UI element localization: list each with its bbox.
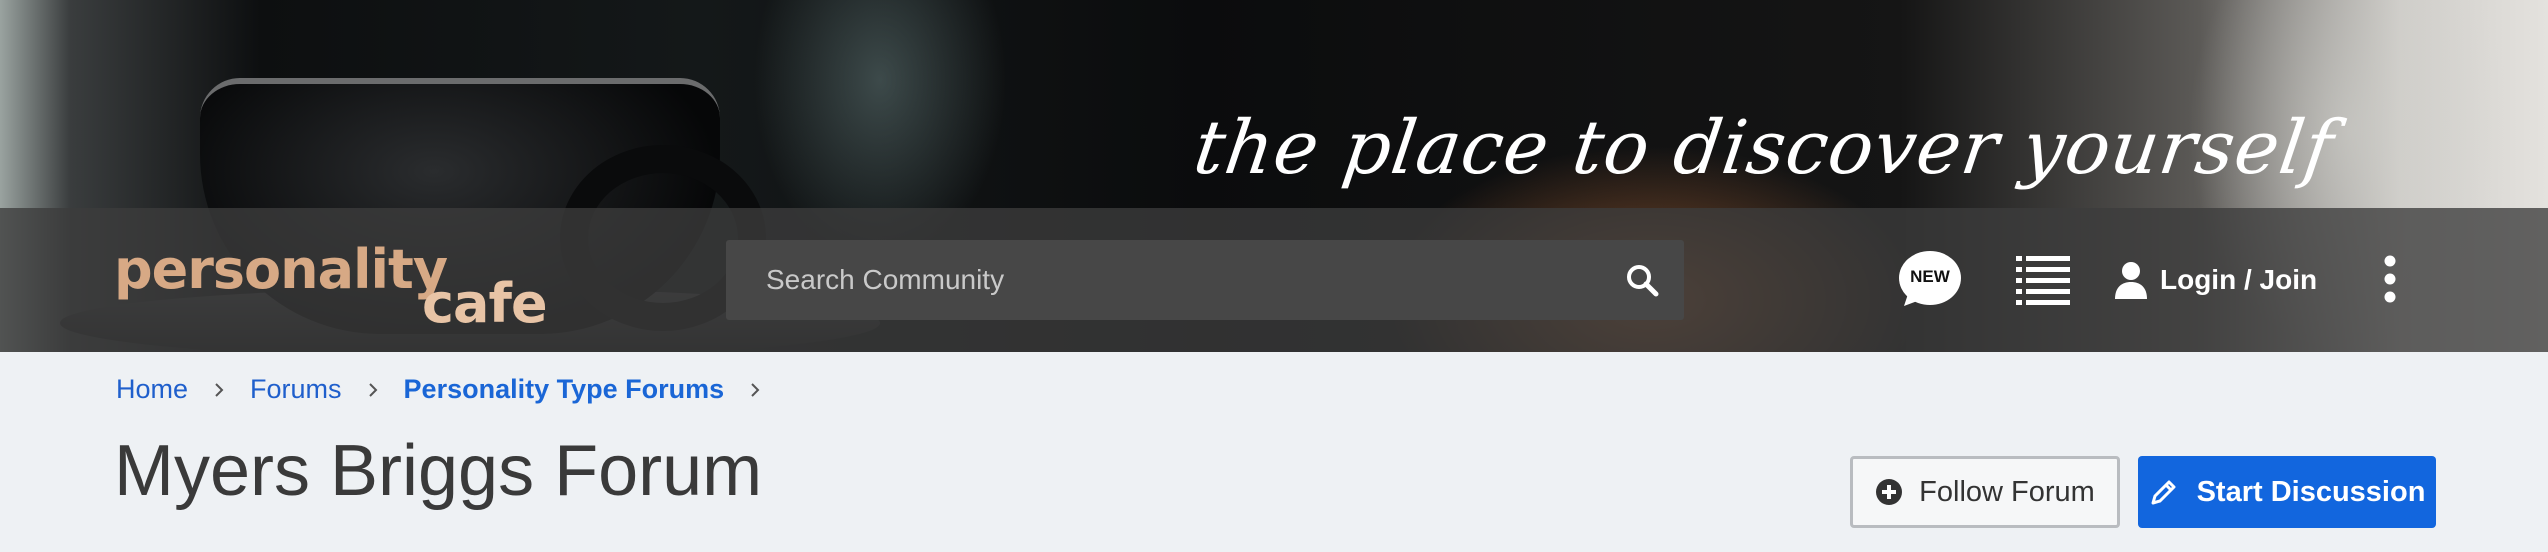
login-label: Login / Join bbox=[2160, 264, 2318, 295]
logo-text-secondary: cafe bbox=[422, 272, 548, 335]
breadcrumb: Home Forums Personality Type Forums bbox=[116, 374, 786, 405]
chevron-right-icon bbox=[751, 382, 760, 397]
pencil-icon bbox=[2151, 480, 2176, 505]
search-bar bbox=[726, 240, 1684, 320]
follow-forum-button[interactable]: Follow Forum bbox=[1850, 456, 2120, 528]
new-badge-label: NEW bbox=[1910, 267, 1950, 286]
breadcrumb-home[interactable]: Home bbox=[116, 374, 188, 405]
search-icon[interactable] bbox=[1624, 262, 1660, 298]
start-discussion-label: Start Discussion bbox=[2196, 475, 2426, 508]
chevron-right-icon bbox=[215, 382, 224, 397]
site-logo[interactable]: personality cafe bbox=[114, 238, 554, 338]
new-posts-button[interactable]: NEW bbox=[1898, 250, 1962, 308]
login-join-button[interactable]: Login / Join bbox=[2114, 258, 2317, 302]
breadcrumb-forums[interactable]: Forums bbox=[250, 374, 342, 405]
kebab-menu-icon[interactable] bbox=[2378, 254, 2402, 304]
tagline: the place to discover yourself bbox=[1188, 105, 2340, 191]
user-icon bbox=[2115, 262, 2147, 299]
chevron-right-icon bbox=[368, 382, 377, 397]
breadcrumb-personality-type-forums[interactable]: Personality Type Forums bbox=[404, 374, 725, 405]
plus-circle-icon bbox=[1876, 479, 1903, 505]
list-icon[interactable] bbox=[2016, 255, 2070, 305]
logo-text-primary: personality bbox=[114, 238, 448, 301]
search-input[interactable] bbox=[726, 240, 1586, 320]
follow-forum-label: Follow Forum bbox=[1919, 475, 2095, 508]
start-discussion-button[interactable]: Start Discussion bbox=[2138, 456, 2436, 528]
page-title: Myers Briggs Forum bbox=[114, 431, 763, 511]
